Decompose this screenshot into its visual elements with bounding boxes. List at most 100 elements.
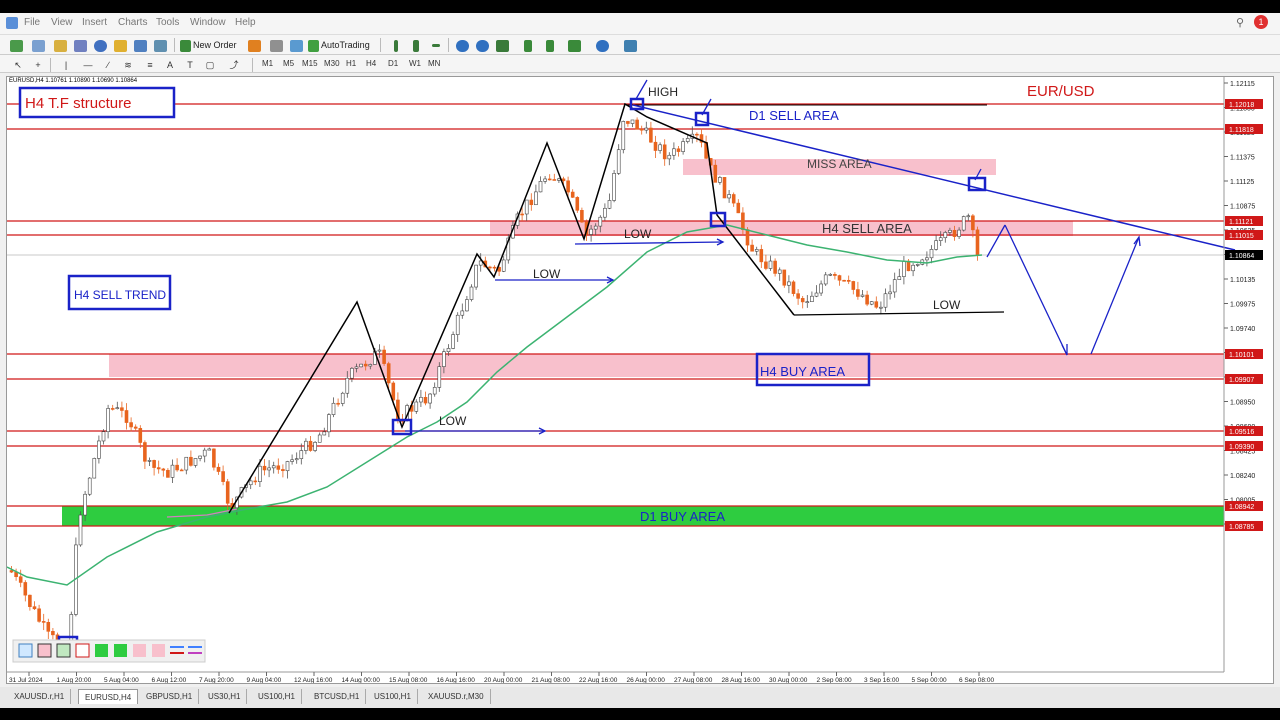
templates-icon[interactable] [622, 37, 638, 53]
price-chart[interactable]: H4 T.F structure EUR/USD H4 SELL TREND H… [7, 77, 1273, 683]
bull-candle [442, 351, 446, 367]
menu-charts[interactable]: Charts [118, 17, 147, 28]
bear-candle [952, 229, 957, 237]
tf-h4[interactable]: H4 [366, 57, 376, 71]
price-scale[interactable]: 1.121151.118551.116251.113751.111251.108… [1224, 81, 1255, 529]
bull-candle [630, 119, 635, 124]
periods-icon[interactable] [594, 37, 610, 53]
tab-gbpusd-h1[interactable]: GBPUSD,H1 [140, 689, 200, 704]
notification-badge[interactable]: 1 [1254, 15, 1268, 29]
menu-file[interactable]: File [24, 17, 40, 28]
menu-help[interactable]: Help [235, 17, 256, 28]
time-scale[interactable]: 31 Jul 2024 1 Aug 20:00 5 Aug 04:00 6 Aug 1… [9, 672, 994, 683]
menu-view[interactable]: View [51, 17, 73, 28]
bull-candle [934, 240, 938, 250]
bull-candle [78, 514, 83, 546]
new-order-button[interactable]: New Order [180, 37, 237, 53]
signals-icon[interactable] [268, 37, 284, 53]
bear-candle [874, 301, 879, 308]
bear-candle [18, 576, 23, 583]
chart-shift-icon[interactable] [520, 37, 536, 53]
menu-tools[interactable]: Tools [156, 17, 179, 28]
new-chart-icon[interactable] [8, 37, 24, 53]
search-icon[interactable]: ⚲ [1236, 16, 1244, 29]
strategy-tester-icon[interactable] [152, 37, 168, 53]
menu-window[interactable]: Window [190, 17, 226, 28]
tab-xauusd-m30[interactable]: XAUUSD.r,M30 [422, 689, 491, 704]
time-tick-label: 21 Aug 08:00 [532, 677, 571, 683]
bull-candle [267, 467, 271, 471]
bull-candle [184, 456, 189, 471]
tile-windows-icon[interactable] [494, 37, 510, 53]
level-tag-label: 1.08942 [1229, 504, 1254, 511]
fibonacci-icon[interactable]: ≡ [142, 57, 158, 73]
cursor-icon[interactable]: ↖ [10, 57, 26, 73]
time-tick-label: 6 Sep 08:00 [959, 677, 994, 683]
bull-candle [377, 349, 382, 352]
text-label-icon[interactable]: T [182, 57, 198, 73]
time-tick-label: 20 Aug 00:00 [484, 677, 523, 683]
tf-m5[interactable]: M5 [283, 57, 294, 71]
crosshair-icon[interactable]: + [30, 57, 46, 73]
tab-us100-h1-b[interactable]: US100,H1 [368, 689, 418, 704]
rectangle-icon[interactable]: ▢ [202, 57, 218, 73]
bear-candle [676, 148, 681, 152]
indicators-icon[interactable] [566, 37, 582, 53]
channel-icon[interactable]: ≋ [120, 57, 136, 73]
price-tick-label: 1.09740 [1230, 326, 1255, 333]
tf-w1[interactable]: W1 [409, 57, 421, 71]
bull-candle [667, 154, 672, 160]
terminal-icon[interactable] [132, 37, 148, 53]
bear-candle [336, 402, 340, 405]
level-tag-label: 1.11818 [1229, 127, 1254, 134]
main-toolbar: New Order AutoTrading [0, 35, 1280, 55]
bear-candle [695, 133, 699, 136]
market-watch-icon[interactable] [52, 37, 68, 53]
candlestick-icon[interactable] [408, 37, 424, 53]
time-tick-label: 7 Aug 20:00 [199, 677, 234, 683]
tf-m1[interactable]: M1 [262, 57, 273, 71]
menu-insert[interactable]: Insert [82, 17, 107, 28]
bear-candle [653, 141, 658, 151]
chart-window[interactable]: EURUSD,H4 1.10761 1.10890 1.10690 1.1086… [6, 76, 1274, 684]
tf-h1[interactable]: H1 [346, 57, 356, 71]
tab-eurusd-h4[interactable]: EURUSD,H4 [78, 689, 139, 704]
tf-mn[interactable]: MN [428, 57, 440, 71]
trendline-icon[interactable]: ∕ [100, 57, 116, 73]
time-tick-label: 30 Aug 00:00 [769, 677, 808, 683]
tab-btcusd-h1[interactable]: BTCUSD,H1 [308, 689, 367, 704]
autoscroll-icon[interactable] [542, 37, 558, 53]
profiles-icon[interactable] [30, 37, 46, 53]
market-icon[interactable] [288, 37, 304, 53]
tf-m30[interactable]: M30 [324, 57, 340, 71]
tf-m15[interactable]: M15 [302, 57, 318, 71]
bull-candle [828, 273, 833, 276]
bear-candle [745, 229, 750, 246]
autotrading-label: AutoTrading [321, 40, 370, 50]
bull-candle [350, 368, 354, 379]
tab-us100-h1[interactable]: US100,H1 [252, 689, 302, 704]
bear-candle [32, 606, 37, 610]
zoom-out-icon[interactable] [474, 37, 490, 53]
zoom-in-icon[interactable] [454, 37, 470, 53]
horizontal-line-icon[interactable]: — [80, 57, 96, 73]
tab-xauusd-h1[interactable]: XAUUSD.r,H1 [8, 689, 72, 704]
bear-candle [800, 298, 805, 303]
favorites-icon[interactable] [112, 37, 128, 53]
vertical-line-icon[interactable]: | [58, 57, 74, 73]
bar-chart-icon[interactable] [388, 37, 404, 53]
level-tag-label: 1.09907 [1229, 377, 1254, 384]
arrows-icon[interactable]: ⤴ [226, 57, 242, 73]
bull-candle [170, 464, 175, 478]
navigator-icon[interactable] [92, 37, 108, 53]
line-chart-icon[interactable] [428, 37, 444, 53]
data-window-icon[interactable] [72, 37, 88, 53]
bull-candle [557, 178, 561, 181]
tf-d1[interactable]: D1 [388, 57, 398, 71]
tab-us30-h1[interactable]: US30,H1 [202, 689, 248, 704]
text-icon[interactable]: A [162, 57, 178, 73]
autotrading-button[interactable]: AutoTrading [308, 37, 370, 53]
bull-candle [294, 458, 299, 461]
h4-sell-area-label: H4 SELL AREA [822, 221, 912, 236]
meta-editor-icon[interactable] [246, 37, 262, 53]
